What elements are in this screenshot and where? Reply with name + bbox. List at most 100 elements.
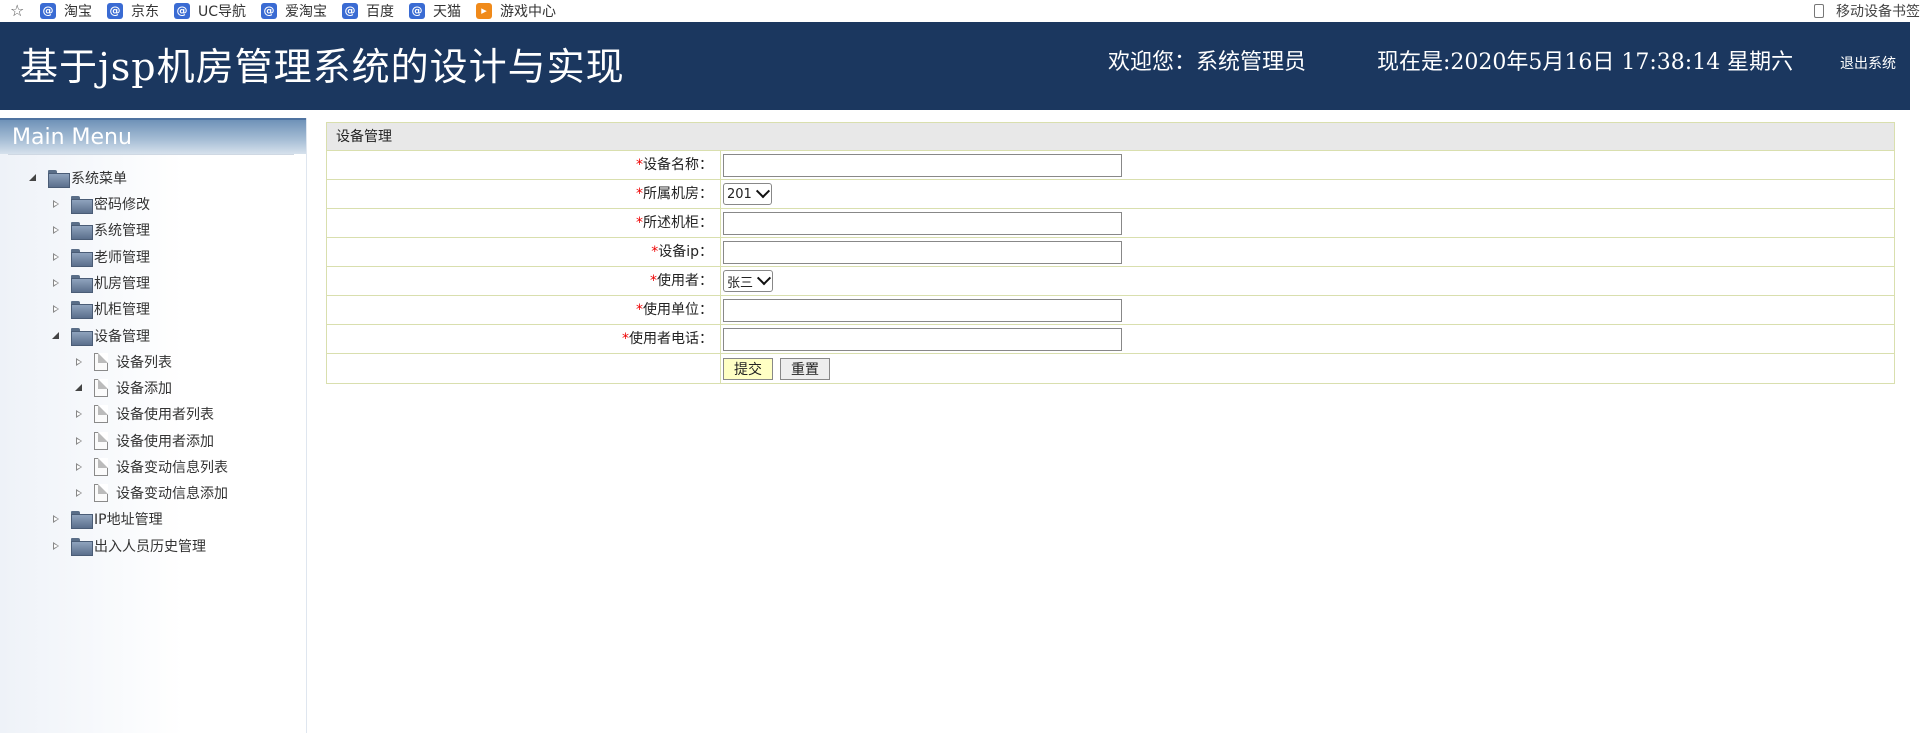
game-icon: ▸ [476,3,493,19]
sidebar-subitem-device-change-list[interactable]: 设备变动信息列表 [74,456,228,478]
folder-icon [71,328,93,346]
room-select-value: 201 [727,186,752,202]
room-select[interactable]: 201 [723,183,772,205]
chevron-down-icon [755,184,770,199]
collapsed-arrow-icon[interactable] [51,252,61,262]
sidebar-item-rooms[interactable]: 机房管理 [51,272,150,294]
document-icon [94,432,108,450]
bookmark-tmall[interactable]: @ 天猫 [409,1,461,21]
sidebar-subitem-device-add[interactable]: 设备添加 [74,377,172,399]
field-cell [721,209,1894,237]
sidebar-item-visitors[interactable]: 出入人员历史管理 [51,535,206,557]
expanded-arrow-icon[interactable] [74,383,84,393]
collapsed-arrow-icon[interactable] [74,488,84,498]
baidu-icon: @ [342,3,359,19]
field-cell [721,151,1894,179]
collapsed-arrow-icon[interactable] [51,278,61,288]
aitaobao-icon: @ [261,3,278,19]
bookmark-label: 京东 [131,4,159,20]
chevron-down-icon [756,271,772,286]
required-mark: * [636,186,643,202]
user-select[interactable]: 张三 [723,270,774,292]
bookmark-uc[interactable]: @ UC导航 [174,1,246,21]
app-title: 基于jsp机房管理系统的设计与实现 [20,45,625,89]
sidebar-item-teachers[interactable]: 老师管理 [51,246,150,268]
bookmark-game[interactable]: ▸ 游戏中心 [476,1,556,21]
tree-label: 老师管理 [94,250,150,266]
jd-icon: @ [107,3,123,19]
sidebar-subitem-device-user-add[interactable]: 设备使用者添加 [74,430,214,452]
device-name-input[interactable] [723,153,1122,177]
bookmark-baidu[interactable]: @ 百度 [342,1,394,21]
unit-input[interactable] [723,298,1122,322]
tree-label: 设备管理 [94,329,150,345]
field-cell [721,238,1894,266]
sidebar-item-devices[interactable]: 设备管理 [51,325,150,347]
collapsed-arrow-icon[interactable] [74,357,84,367]
form-row-ip: *设备ip： [327,238,1894,267]
tree-root[interactable]: 系统菜单 [28,167,127,189]
app-header: 基于jsp机房管理系统的设计与实现 欢迎您：系统管理员 现在是:2020年5月1… [0,22,1910,110]
sidebar-subitem-device-change-add[interactable]: 设备变动信息添加 [74,482,228,504]
expanded-arrow-icon[interactable] [51,331,61,341]
collapsed-arrow-icon[interactable] [74,409,84,419]
label-text: 所述机柜： [643,215,713,231]
sidebar-subitem-device-user-list[interactable]: 设备使用者列表 [74,403,214,425]
tree-label: 机柜管理 [94,302,150,318]
document-icon [94,353,108,371]
user-select-value: 张三 [727,275,754,291]
tree-label: 设备添加 [116,381,172,397]
collapsed-arrow-icon[interactable] [51,514,61,524]
mobile-bookmarks[interactable]: 移动设备书签 [1814,0,1920,22]
sidebar-subitem-device-list[interactable]: 设备列表 [74,351,172,373]
logout-link[interactable]: 退出系统 [1840,53,1896,73]
taobao-icon: @ [40,3,56,19]
form-row-room: *所属机房： 201 [327,180,1894,209]
empty-cell [327,354,721,383]
field-cell [721,325,1894,353]
field-label: *所属机房： [327,180,721,208]
tree-label: 机房管理 [94,276,150,292]
phone-icon [1814,4,1824,18]
collapsed-arrow-icon[interactable] [51,304,61,314]
required-mark: * [636,302,643,318]
required-mark: * [636,215,643,231]
bookmark-jd[interactable]: @ 京东 [107,1,159,21]
field-label: *所述机柜： [327,209,721,237]
sidebar-item-system[interactable]: 系统管理 [51,219,150,241]
field-label: *设备ip： [327,238,721,266]
tree-label: 设备列表 [116,355,172,371]
submit-button[interactable]: 提交 [723,357,773,380]
collapsed-arrow-icon[interactable] [51,199,61,209]
collapsed-arrow-icon[interactable] [74,436,84,446]
sidebar: Main Menu 系统菜单 密码修改 系统管理 老师管理 机房管理 机柜管理 … [0,118,307,733]
cabinet-input[interactable] [723,211,1122,235]
collapsed-arrow-icon[interactable] [51,541,61,551]
bookmark-label: UC导航 [198,4,247,20]
bookmarks-bar: ☆ @ 淘宝 @ 京东 @ UC导航 @ 爱淘宝 @ 百度 @ 天猫 ▸ 游戏中… [0,0,1920,22]
reset-button[interactable]: 重置 [780,357,830,380]
label-text: 使用者： [657,273,713,289]
bookmark-taobao[interactable]: @ 淘宝 [40,1,92,21]
folder-icon [71,538,93,556]
folder-icon [71,275,93,293]
tree-label: 系统菜单 [71,171,127,187]
sidebar-item-ip[interactable]: IP地址管理 [51,508,163,530]
star-icon[interactable]: ☆ [10,3,24,19]
sidebar-item-password[interactable]: 密码修改 [51,193,150,215]
tree-label: 密码修改 [94,197,150,213]
device-ip-input[interactable] [723,240,1122,264]
tree-label: 设备变动信息列表 [116,460,228,476]
collapsed-arrow-icon[interactable] [51,225,61,235]
sidebar-item-cabinets[interactable]: 机柜管理 [51,298,150,320]
panel-title: 设备管理 [327,123,1894,151]
field-label: *使用者： [327,267,721,295]
label-text: 设备ip： [658,244,713,260]
bookmark-aitaobao[interactable]: @ 爱淘宝 [261,1,327,21]
expanded-arrow-icon[interactable] [28,173,38,183]
main-menu-heading: Main Menu [0,118,306,154]
phone-input[interactable] [723,327,1122,351]
document-icon [94,405,108,423]
collapsed-arrow-icon[interactable] [74,462,84,472]
tree-label: 设备使用者列表 [116,407,214,423]
